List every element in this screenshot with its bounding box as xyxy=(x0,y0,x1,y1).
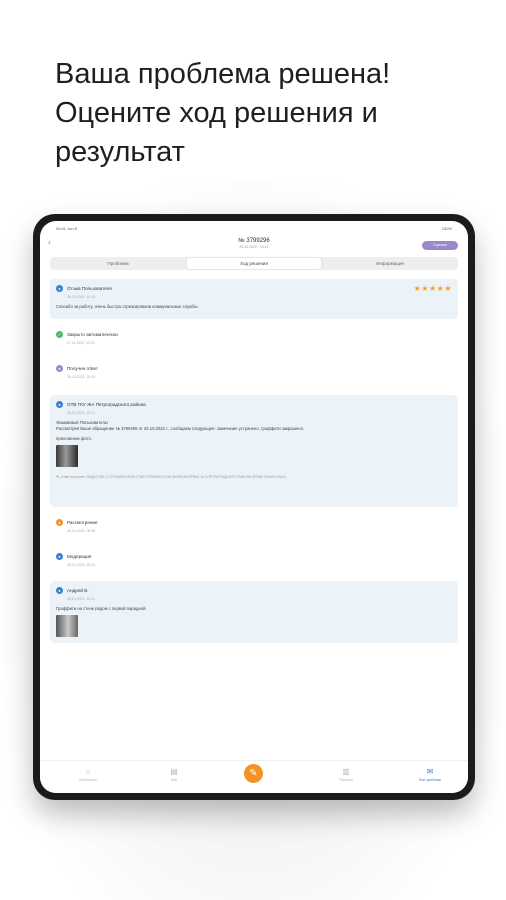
review-stage-icon: ● xyxy=(56,519,63,526)
tab-label: Мой xyxy=(170,778,178,782)
tab-label: Мои проблемы xyxy=(418,778,442,782)
bottom-tab-bar: ⌂ Мой портал ▤ Мой ✎ ▥ Рейтинги ✉ Мои пр… xyxy=(40,760,468,793)
tab-my[interactable]: ▤ Мой xyxy=(144,767,204,782)
check-icon: ✓ xyxy=(56,331,63,338)
timeline-item-title: Модерация xyxy=(67,554,92,559)
tab-ratings[interactable]: ▥ Рейтинги xyxy=(316,767,376,782)
tab-information[interactable]: Информация xyxy=(323,258,457,269)
tab-my-problems[interactable]: ✉ Мои проблемы xyxy=(400,767,460,782)
timeline-item-date: 26.10.2022, 09:35 xyxy=(67,529,96,533)
answer-photo[interactable] xyxy=(56,445,78,467)
tab-progress[interactable]: Ход решения xyxy=(187,258,321,269)
headline-line-3: результат xyxy=(55,136,185,168)
timeline-item-title: Рассмотрение xyxy=(67,520,98,525)
home-icon: ⌂ xyxy=(85,767,91,776)
battery-indicator: 100% xyxy=(441,226,452,231)
answer-author: 🔧 Ответ выполнен ОБЩЕСТВО С ОГРАНИЧЕННОЙ… xyxy=(56,475,452,479)
answer-author-text: Ответ выполнен ОБЩЕСТВО С ОГРАНИЧЕННОЙ О… xyxy=(60,475,286,479)
timeline-item-review[interactable]: ● Отзыв Пользователя ★★★★★ 26.10.2022, 1… xyxy=(50,279,458,319)
status-bar: 09:41 Jun 8 100% xyxy=(40,221,468,233)
page-title: № 3799296 xyxy=(238,238,270,244)
tab-my-portal[interactable]: ⌂ Мой портал xyxy=(58,767,118,782)
status-time: 09:41 Jun 8 xyxy=(56,226,77,231)
chart-icon: ▥ xyxy=(342,767,350,776)
user-icon: ● xyxy=(56,587,63,594)
segmented-control: Проблема Ход решения Информация xyxy=(50,257,458,270)
timeline-item-official-answer: ● ОТВ ГКУ ЖА Петроградского района 26.10… xyxy=(50,395,458,507)
timeline-item-answer: ● Получен ответ 26.10.2022, 20:04 xyxy=(50,359,458,389)
tablet-screen: 09:41 Jun 8 100% ‹ № 3799296 26.10.2022 … xyxy=(40,221,468,793)
timeline-item-date: 26.10.2022, 10:11 xyxy=(67,597,95,601)
problem-text: Граффити на стене рядом с первой парадно… xyxy=(56,606,147,611)
timeline-item-title: Андрей В. xyxy=(67,588,89,593)
tab-problem[interactable]: Проблема xyxy=(51,258,185,269)
answer-body: Рассмотрев Ваше обращение № 3799296 от 2… xyxy=(56,426,305,431)
user-icon: ● xyxy=(56,285,63,292)
timeline-item-review-stage: ● Рассмотрение 26.10.2022, 09:35 xyxy=(50,513,458,543)
document-icon: ▤ xyxy=(170,767,178,776)
timeline-item-moderation: ● Модерация 26.10.2022, 10:21 xyxy=(50,547,458,577)
star-rating[interactable]: ★★★★★ xyxy=(414,284,452,293)
building-icon: ● xyxy=(56,401,63,408)
answer-icon: ● xyxy=(56,365,63,372)
navigation-bar: ‹ № 3799296 26.10.2022 · 10:11 Оценить xyxy=(40,233,468,255)
timeline-item-original-problem: ● Андрей В. 26.10.2022, 10:11 Граффити н… xyxy=(50,581,458,643)
timeline-item-closed: ✓ Закрыто автоматически 07.11.2022, 12:2… xyxy=(50,325,458,355)
add-problem-icon[interactable]: ✎ xyxy=(244,764,263,783)
answer-greeting: Уважаемый Пользователь! xyxy=(56,420,109,425)
mail-icon: ✉ xyxy=(426,767,434,776)
timeline-item-title: Закрыто автоматически xyxy=(67,332,118,337)
timeline-item-date: 26.10.2022, 19:21 xyxy=(67,411,96,415)
page-subtitle: 26.10.2022 · 10:11 xyxy=(239,245,269,249)
timeline-item-date: 26.10.2022, 10:21 xyxy=(67,563,96,567)
timeline-item-title: Отзыв Пользователя xyxy=(67,286,112,291)
wrench-icon: 🔧 xyxy=(56,475,60,479)
headline-line-1: Ваша проблема решена! xyxy=(55,58,391,90)
timeline-item-title: ОТВ ГКУ ЖА Петроградского района xyxy=(67,402,146,407)
tablet-frame: 09:41 Jun 8 100% ‹ № 3799296 26.10.2022 … xyxy=(33,214,475,800)
rate-button[interactable]: Оценить xyxy=(422,241,458,250)
timeline-item-date: 26.10.2022, 20:04 xyxy=(67,375,96,379)
timeline-item-title: Получен ответ xyxy=(67,366,98,371)
problem-photo[interactable] xyxy=(56,615,78,637)
answer-attachment-note: приложение фото. xyxy=(56,436,93,441)
timeline-item-date: 26.10.2022, 19:13 xyxy=(67,295,96,299)
timeline-item-date: 07.11.2022, 12:21 xyxy=(67,341,95,345)
review-text: Спасибо за работу, очень быстро отреагир… xyxy=(56,304,198,309)
tab-label: Мой портал xyxy=(79,778,97,782)
promo-headline: Ваша проблема решена! Оцените ход решени… xyxy=(55,55,475,172)
moderation-icon: ● xyxy=(56,553,63,560)
headline-line-2: Оцените ход решения и xyxy=(55,97,378,129)
tab-label: Рейтинги xyxy=(339,778,353,782)
